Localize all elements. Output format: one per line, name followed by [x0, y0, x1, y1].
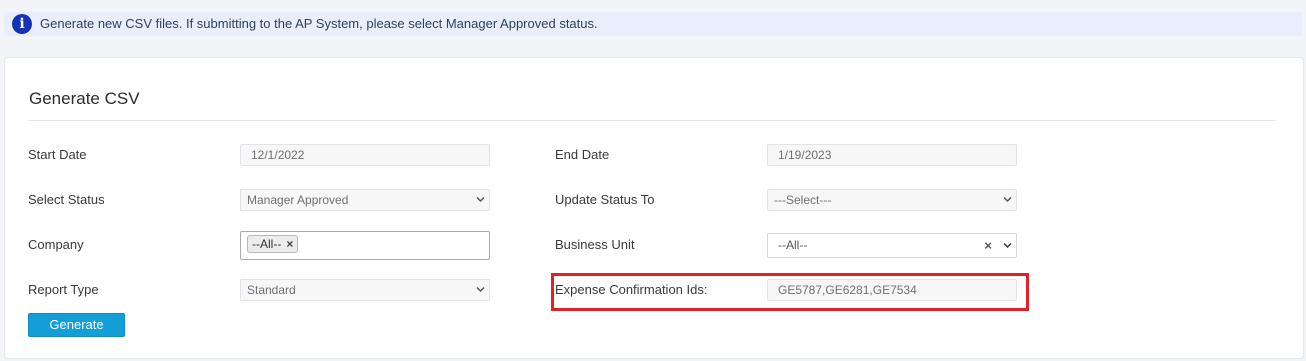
update-status-label: Update Status To [555, 192, 655, 207]
generate-button[interactable]: Generate [28, 313, 125, 337]
start-date-input[interactable]: 12/1/2022 [240, 144, 490, 166]
business-unit-select[interactable]: --All-- × [767, 233, 1017, 258]
page-title: Generate CSV [29, 89, 140, 108]
info-text: Generate new CSV files. If submitting to… [40, 16, 598, 31]
end-date-input[interactable]: 1/19/2023 [767, 144, 1017, 166]
highlight-box [551, 273, 1029, 311]
update-status-dropdown[interactable]: ---Select--- [767, 189, 1017, 211]
start-date-label: Start Date [28, 147, 87, 162]
company-chip: --All-- × [247, 235, 299, 253]
company-label: Company [28, 237, 84, 252]
title-divider [28, 120, 1276, 121]
chevron-down-icon [476, 196, 485, 203]
report-type-dropdown[interactable]: Standard [240, 279, 490, 301]
clear-icon[interactable]: × [984, 238, 992, 253]
info-icon: i [12, 14, 32, 34]
report-type-label: Report Type [28, 282, 99, 297]
business-unit-value: --All-- [778, 238, 808, 252]
info-banner: i Generate new CSV files. If submitting … [4, 12, 1302, 36]
generate-csv-panel [4, 57, 1304, 359]
update-status-value: ---Select--- [774, 193, 832, 207]
business-unit-label: Business Unit [555, 237, 635, 252]
company-multiselect[interactable]: --All-- × [240, 231, 490, 260]
remove-chip-icon[interactable]: × [286, 237, 293, 251]
company-chip-label: --All-- [252, 237, 282, 251]
chevron-down-icon [1003, 196, 1012, 203]
report-type-value: Standard [247, 283, 296, 297]
select-status-value: Manager Approved [247, 193, 349, 207]
chevron-down-icon [1003, 242, 1012, 249]
end-date-label: End Date [555, 147, 610, 162]
chevron-down-icon [476, 286, 485, 293]
select-status-dropdown[interactable]: Manager Approved [240, 189, 490, 211]
select-status-label: Select Status [28, 192, 105, 207]
